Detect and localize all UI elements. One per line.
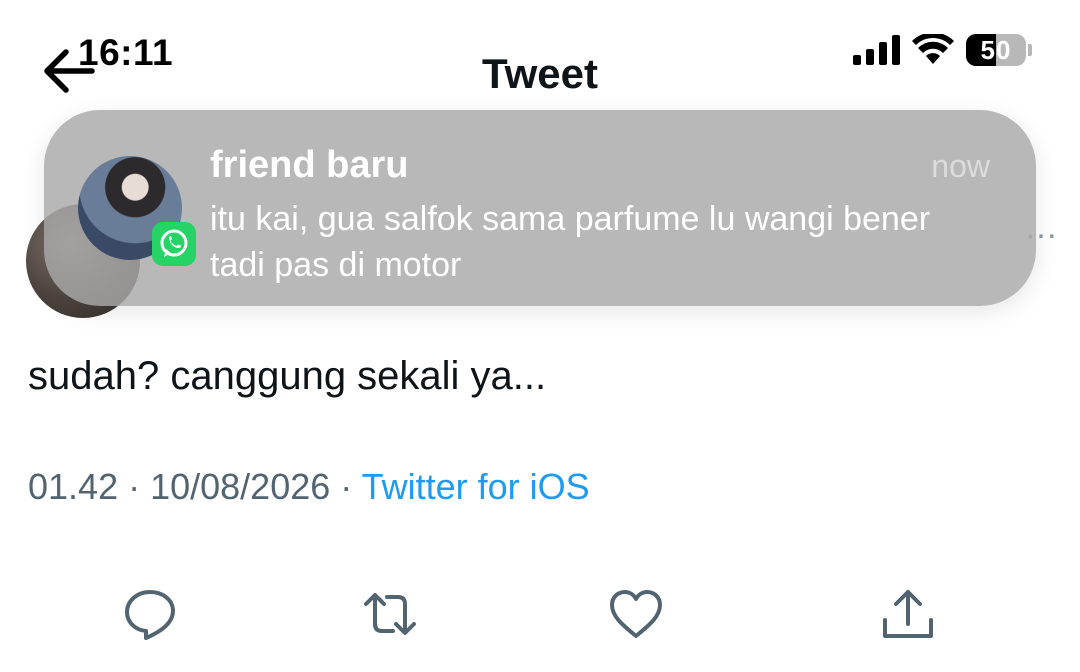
retweet-icon <box>364 593 416 635</box>
message-notification[interactable]: friend baru now itu kai, gua salfok sama… <box>44 110 1036 306</box>
like-icon <box>610 590 662 638</box>
share-button[interactable] <box>880 586 936 642</box>
whatsapp-icon <box>152 222 196 266</box>
retweet-button[interactable] <box>362 586 418 642</box>
reply-button[interactable] <box>122 586 178 642</box>
notification-sender: friend baru <box>210 144 409 186</box>
reply-icon <box>125 590 175 640</box>
tweet-text: sudah? canggung sekali ya... <box>28 354 547 398</box>
tweet-source-link[interactable]: Twitter for iOS <box>362 466 590 507</box>
like-button[interactable] <box>608 586 664 642</box>
meta-separator: · <box>118 466 151 507</box>
notification-time: now <box>931 148 990 184</box>
tweet-date: 10/08/2026 <box>150 466 331 507</box>
page-title: Tweet <box>482 50 598 97</box>
notification-message: itu kai, gua salfok sama parfume lu wang… <box>210 200 931 284</box>
tweet-detail-screen: 16:11 50 Tweet … sudah? canggung sekali … <box>0 0 1080 672</box>
meta-separator: · <box>330 466 362 507</box>
share-icon <box>883 590 933 638</box>
tweet-meta: 01.42 · 10/08/2026 · Twitter for iOS <box>28 466 590 508</box>
tweet-time: 01.42 <box>28 466 119 507</box>
